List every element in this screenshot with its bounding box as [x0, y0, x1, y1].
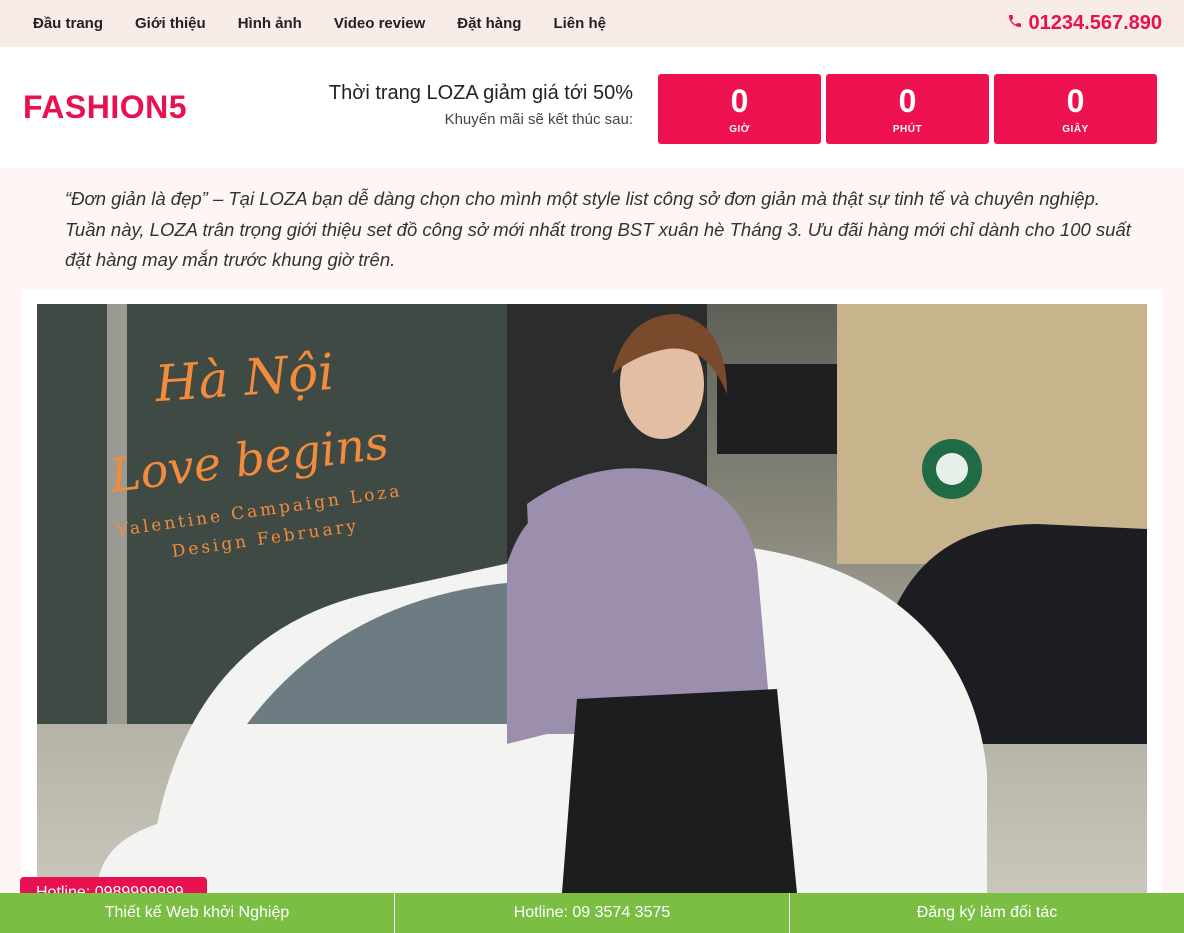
countdown-seconds: 0 GIÂY [994, 74, 1157, 144]
nav-item-order[interactable]: Đặt hàng [441, 0, 537, 47]
site-logo[interactable]: FASHION5 [23, 89, 187, 126]
nav-item-gallery[interactable]: Hình ảnh [222, 0, 318, 47]
bottom-link-hotline[interactable]: Hotline: 09 3574 3575 [395, 893, 790, 933]
bottom-link-web-design[interactable]: Thiết kế Web khởi Nghiệp [0, 893, 395, 933]
nav-item-home[interactable]: Đầu trang [17, 0, 119, 47]
countdown-minutes-label: PHÚT [892, 124, 923, 135]
nav-item-about[interactable]: Giới thiệu [119, 0, 222, 47]
phone-number: 01234.567.890 [1028, 12, 1162, 34]
bottom-link-partner-signup[interactable]: Đăng ký làm đối tác [790, 893, 1184, 933]
promo-title: Thời trang LOZA giảm giá tới 50% [328, 82, 633, 104]
site-header: FASHION5 Thời trang LOZA giảm giá tới 50… [0, 47, 1184, 168]
phone-icon [1007, 12, 1029, 35]
header-phone-link[interactable]: 01234.567.890 [1007, 0, 1162, 47]
main-nav: Đầu trang Giới thiệu Hình ảnh Video revi… [17, 0, 622, 47]
countdown-hours: 0 GIỜ [658, 74, 821, 144]
top-navbar: Đầu trang Giới thiệu Hình ảnh Video revi… [0, 0, 1184, 47]
bottom-action-bar: Thiết kế Web khởi Nghiệp Hotline: 09 357… [0, 893, 1184, 933]
nav-item-contact[interactable]: Liên hệ [537, 0, 622, 47]
nav-item-video-review[interactable]: Video review [318, 0, 441, 47]
countdown-minutes-value: 0 [898, 83, 917, 119]
promo-block: Thời trang LOZA giảm giá tới 50% Khuyến … [329, 81, 633, 128]
hero-banner-image: Hà Nội Love begins Valentine Campaign Lo… [37, 304, 1147, 893]
countdown-hours-label: GIỜ [729, 124, 750, 135]
intro-paragraph: “Đơn giản là đẹp” – Tại LOZA bạn dễ dàng… [65, 188, 1131, 270]
promo-subtitle: Khuyến mãi sẽ kết thúc sau: [444, 111, 633, 128]
countdown-seconds-value: 0 [1066, 83, 1085, 119]
countdown-minutes: 0 PHÚT [826, 74, 989, 144]
countdown-seconds-label: GIÂY [1062, 124, 1089, 135]
countdown-timer: 0 GIỜ 0 PHÚT 0 GIÂY [658, 74, 1157, 144]
countdown-hours-value: 0 [730, 83, 749, 119]
